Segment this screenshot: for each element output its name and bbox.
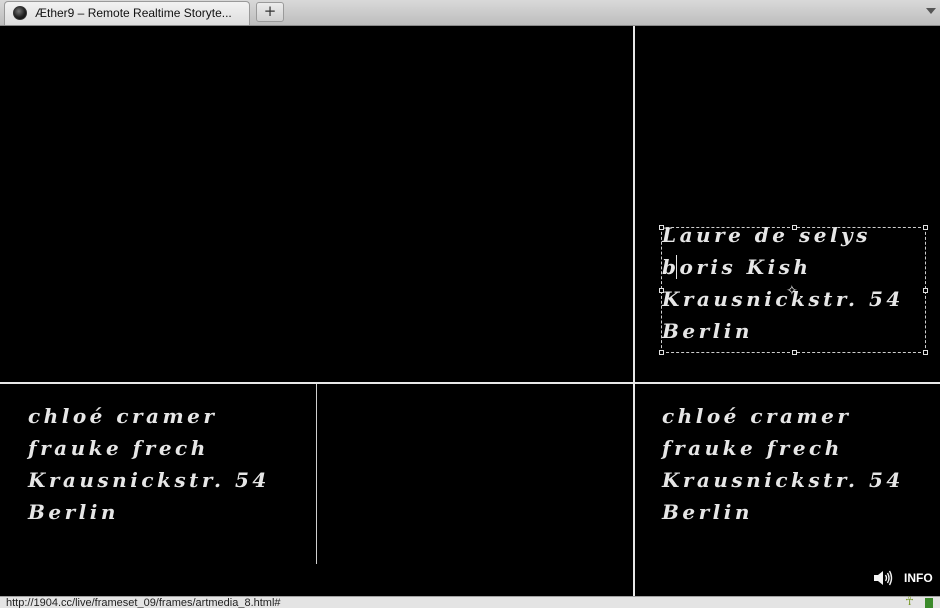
address-line: Berlin	[662, 500, 753, 524]
resize-handle-top-left[interactable]	[659, 225, 664, 230]
address-line: Krausnickstr. 54	[28, 468, 270, 492]
frame-divider-middle[interactable]	[0, 382, 940, 384]
address-line: chloé cramer	[662, 404, 852, 428]
address-line: Krausnickstr. 54	[662, 468, 904, 492]
resize-handle-bottom-right[interactable]	[923, 350, 928, 355]
speaker-icon[interactable]	[873, 570, 893, 586]
resize-handle-top-center[interactable]	[792, 225, 797, 230]
resize-handle-middle-right[interactable]	[923, 288, 928, 293]
tab-list-arrow-icon[interactable]	[926, 8, 936, 14]
info-link[interactable]: INFO	[904, 571, 933, 585]
resize-handle-top-right[interactable]	[923, 225, 928, 230]
frame-divider-top[interactable]	[633, 26, 635, 382]
browser-window: Æther9 – Remote Realtime Storyte... + La…	[0, 0, 940, 608]
resize-handle-bottom-left[interactable]	[659, 350, 664, 355]
tab-bar: Æther9 – Remote Realtime Storyte... +	[0, 0, 940, 26]
tab-title: Æther9 – Remote Realtime Storyte...	[35, 6, 232, 20]
address-line: chloé cramer	[28, 404, 218, 428]
new-tab-button[interactable]: +	[256, 2, 284, 22]
black-sphere-icon	[13, 6, 27, 20]
frame-divider-bottom-left[interactable]	[316, 384, 317, 564]
address-line: Berlin	[28, 500, 119, 524]
status-indicator-icon[interactable]	[925, 598, 933, 608]
browser-tab[interactable]: Æther9 – Remote Realtime Storyte...	[4, 1, 250, 25]
address-line: frauke frech	[662, 436, 843, 460]
frame-divider-bottom-right[interactable]	[633, 384, 635, 596]
address-line: frauke frech	[28, 436, 209, 460]
resize-handle-bottom-center[interactable]	[792, 350, 797, 355]
move-cursor-icon: ✧	[786, 283, 798, 299]
status-bar: http://1904.cc/live/frameset_09/frames/a…	[0, 595, 940, 608]
ankh-icon[interactable]: ☥	[905, 595, 914, 608]
address-block-left: chloé cramer frauke frech Krausnickstr. …	[28, 400, 270, 528]
text-caret	[676, 255, 677, 279]
status-url: http://1904.cc/live/frameset_09/frames/a…	[6, 597, 281, 608]
resize-handle-middle-left[interactable]	[659, 288, 664, 293]
address-block-right: chloé cramer frauke frech Krausnickstr. …	[662, 400, 904, 528]
